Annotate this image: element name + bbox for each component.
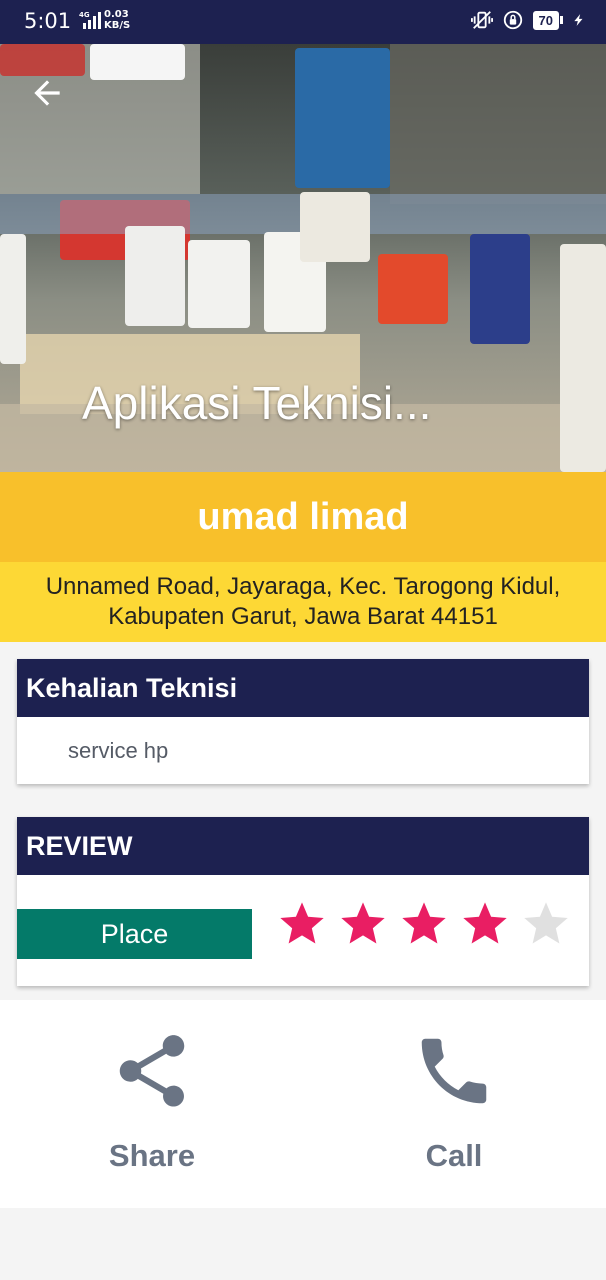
technician-address: Unnamed Road, Jayaraga, Kec. Tarogong Ki…	[45, 573, 561, 630]
star-empty-icon[interactable]	[520, 898, 572, 950]
charging-icon	[574, 14, 583, 26]
phone-icon	[421, 1038, 487, 1104]
share-label: Share	[108, 1138, 196, 1173]
network-speed-value: 0.03	[104, 9, 129, 20]
skills-card: Kehalian Teknisi service hp	[17, 659, 589, 784]
star-filled-icon[interactable]	[337, 898, 389, 950]
signal-icon: 4G	[79, 11, 101, 29]
review-card-title: REVIEW	[26, 830, 133, 861]
review-card: REVIEW Place	[17, 817, 589, 986]
star-filled-icon[interactable]	[276, 898, 328, 950]
skill-value: service hp	[68, 737, 169, 763]
hero-image: Aplikasi Teknisi...	[0, 44, 606, 472]
action-bar: Share Call	[0, 1000, 606, 1208]
hero-title: Aplikasi Teknisi...	[82, 377, 432, 429]
network-speed: 0.03 KB/S	[104, 9, 130, 31]
review-card-header: REVIEW	[17, 817, 589, 875]
share-icon	[119, 1035, 185, 1107]
place-button-label: Place	[100, 918, 169, 949]
call-button[interactable]: Call	[369, 1028, 539, 1174]
battery-indicator: 70	[532, 10, 563, 30]
technician-name: umad limad	[197, 495, 409, 538]
star-filled-icon[interactable]	[398, 898, 450, 950]
skills-card-title: Kehalian Teknisi	[26, 672, 238, 703]
skills-card-body: service hp	[17, 717, 589, 784]
technician-name-band: umad limad	[0, 472, 606, 562]
review-card-body: Place	[17, 875, 589, 986]
call-label: Call	[425, 1138, 483, 1173]
share-button[interactable]: Share	[67, 1028, 237, 1174]
technician-address-band: Unnamed Road, Jayaraga, Kec. Tarogong Ki…	[0, 562, 606, 642]
back-arrow-icon[interactable]	[28, 74, 66, 112]
place-button[interactable]: Place	[17, 909, 252, 959]
battery-level: 70	[532, 10, 559, 30]
vibrate-icon	[470, 11, 493, 29]
star-filled-icon[interactable]	[459, 898, 511, 950]
status-time: 5:01	[24, 9, 72, 33]
rotation-lock-icon	[503, 10, 522, 30]
status-bar: 5:01 4G 0.03 KB/S 70	[0, 0, 606, 44]
skills-card-header: Kehalian Teknisi	[17, 659, 589, 717]
network-type: 4G	[79, 11, 90, 19]
rating-stars[interactable]	[276, 898, 572, 950]
network-speed-unit: KB/S	[104, 20, 131, 31]
